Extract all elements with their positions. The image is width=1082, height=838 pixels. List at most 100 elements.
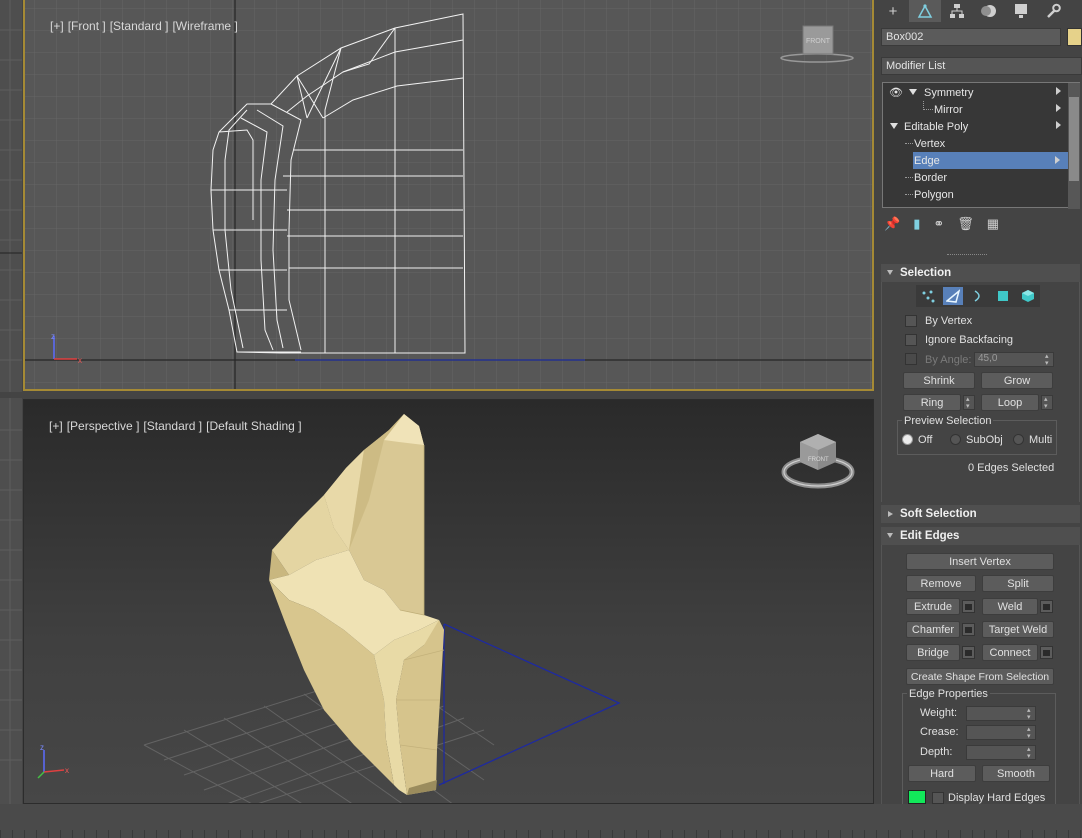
soft-selection-rollout-header[interactable]: Soft Selection	[881, 505, 1080, 523]
expand-triangle-icon[interactable]	[890, 123, 898, 129]
preview-off-radio[interactable]	[902, 434, 913, 445]
front-viewcube[interactable]: FRONT	[777, 22, 857, 69]
grow-button[interactable]: Grow	[981, 372, 1053, 389]
viewport-shading-label[interactable]: [Default Shading ]	[206, 419, 301, 433]
stack-item-mirror[interactable]: Mirror	[883, 101, 1069, 118]
stack-label-border: Border	[914, 171, 948, 184]
modifier-list-dropdown[interactable]: Modifier List	[881, 57, 1082, 75]
svg-text:x: x	[78, 356, 82, 364]
target-weld-button[interactable]: Target Weld	[982, 621, 1054, 638]
stack-subitem-polygon[interactable]: Polygon	[883, 186, 1069, 203]
hard-edge-color-swatch[interactable]	[908, 790, 926, 804]
shrink-button[interactable]: Shrink	[903, 372, 975, 389]
bridge-settings-button[interactable]	[962, 646, 975, 659]
create-shape-button[interactable]: Create Shape From Selection	[906, 668, 1054, 685]
modifier-stack-scrollbar[interactable]	[1068, 83, 1080, 209]
eye-icon[interactable]: 👁	[889, 86, 903, 99]
pin-stack-icon[interactable]: 📌	[884, 216, 900, 232]
stack-subitem-border[interactable]: Border	[883, 169, 1069, 186]
by-angle-checkbox[interactable]	[905, 353, 917, 365]
hierarchy-icon[interactable]	[941, 0, 973, 22]
extrude-button[interactable]: Extrude	[906, 598, 960, 615]
timeline-bar[interactable]	[0, 804, 1082, 838]
object-color-swatch[interactable]	[1067, 28, 1082, 46]
preview-subobj-radio[interactable]	[950, 434, 961, 445]
smooth-button[interactable]: Smooth	[982, 765, 1050, 782]
object-name-field[interactable]: Box002	[881, 28, 1061, 46]
modify-icon[interactable]	[909, 0, 941, 22]
stack-item-editable-poly[interactable]: Editable Poly	[883, 118, 1069, 135]
loop-spinner[interactable]	[1041, 395, 1053, 410]
hard-button[interactable]: Hard	[908, 765, 976, 782]
modifier-stack[interactable]: 👁 Symmetry Mirror Editable Poly Vertex E	[882, 82, 1080, 209]
weight-spinner[interactable]	[966, 706, 1036, 721]
viewport-menu-plus[interactable]: [+]	[49, 419, 63, 433]
stack-subitem-edge[interactable]: Edge	[913, 152, 1068, 169]
by-vertex-checkbox[interactable]	[905, 315, 917, 327]
soft-selection-title: Soft Selection	[900, 508, 977, 520]
panel-divider-grip[interactable]	[947, 254, 987, 255]
preview-multi-radio[interactable]	[1013, 434, 1024, 445]
viewport-shading-label[interactable]: [Wireframe ]	[172, 19, 237, 33]
selection-rollout-header[interactable]: Selection	[881, 264, 1080, 282]
preview-subobj-label: SubObj	[966, 434, 1003, 446]
tree-connector	[905, 177, 913, 178]
create-icon[interactable]: +	[877, 0, 909, 22]
remove-modifier-icon[interactable]: 🗑	[957, 216, 974, 232]
element-mode-icon[interactable]	[1018, 287, 1038, 305]
by-angle-label: By Angle:	[925, 354, 972, 366]
stack-subitem-vertex[interactable]: Vertex	[883, 135, 1069, 152]
ring-spinner[interactable]	[963, 395, 975, 410]
ignore-backfacing-checkbox[interactable]	[905, 334, 917, 346]
stack-label-editable-poly: Editable Poly	[904, 120, 969, 133]
depth-spinner[interactable]	[966, 745, 1036, 760]
remove-button[interactable]: Remove	[906, 575, 976, 592]
crease-spinner[interactable]	[966, 725, 1036, 740]
stack-label-mirror: Mirror	[934, 103, 963, 116]
weld-settings-button[interactable]	[1040, 600, 1053, 613]
configure-modifier-sets-icon[interactable]: ▦	[987, 216, 999, 232]
front-viewport-label[interactable]: [+] [Front ] [Standard ] [Wireframe ]	[30, 5, 242, 47]
app-window: [+] [Front ] [Standard ] [Wireframe ] z x F…	[0, 0, 1082, 838]
viewport-view-label[interactable]: [Front ]	[68, 19, 106, 33]
split-button[interactable]: Split	[982, 575, 1054, 592]
vertex-mode-icon[interactable]	[918, 287, 938, 305]
tree-connector	[905, 143, 913, 144]
border-mode-icon[interactable]	[968, 287, 988, 305]
edit-edges-rollout-header[interactable]: Edit Edges	[881, 527, 1080, 545]
weld-button[interactable]: Weld	[982, 598, 1038, 615]
polygon-mode-icon[interactable]	[993, 287, 1013, 305]
perspective-viewport[interactable]: [+] [Perspective ] [Standard ] [Default Sha…	[23, 399, 874, 804]
by-angle-spinner[interactable]: 45,0	[974, 352, 1054, 367]
viewport-render-label[interactable]: [Standard ]	[110, 19, 169, 33]
display-icon[interactable]	[1005, 0, 1037, 22]
make-unique-icon[interactable]: ⚭	[933, 216, 944, 232]
show-end-result-icon[interactable]: ▮	[913, 216, 920, 232]
connect-button[interactable]: Connect	[982, 644, 1038, 661]
perspective-viewport-label[interactable]: [+] [Perspective ] [Standard ] [Default Sha…	[29, 405, 306, 447]
display-hard-edges-checkbox[interactable]	[932, 792, 944, 804]
utilities-icon[interactable]	[1037, 0, 1069, 22]
insert-vertex-button[interactable]: Insert Vertex	[906, 553, 1054, 570]
bridge-button[interactable]: Bridge	[906, 644, 960, 661]
connect-settings-button[interactable]	[1040, 646, 1053, 659]
chamfer-settings-button[interactable]	[962, 623, 975, 636]
timeline-ruler[interactable]	[0, 830, 1082, 838]
viewport-menu-plus[interactable]: [+]	[50, 19, 64, 33]
viewport-render-label[interactable]: [Standard ]	[143, 419, 202, 433]
chamfer-button[interactable]: Chamfer	[906, 621, 960, 638]
edit-edges-rollout: Insert Vertex Remove Split Extrude Weld …	[881, 545, 1080, 804]
modifier-list-label: Modifier List	[886, 60, 946, 72]
selection-status-text: 0 Edges Selected	[968, 462, 1055, 474]
ring-button[interactable]: Ring	[903, 394, 961, 411]
perspective-viewcube[interactable]: FRONT	[780, 430, 856, 497]
stack-item-symmetry[interactable]: 👁 Symmetry	[883, 84, 1069, 101]
viewport-view-label[interactable]: [Perspective ]	[67, 419, 140, 433]
motion-icon[interactable]	[973, 0, 1005, 22]
loop-button[interactable]: Loop	[981, 394, 1039, 411]
edge-mode-icon[interactable]	[943, 287, 964, 305]
extrude-settings-button[interactable]	[962, 600, 975, 613]
scrollbar-thumb[interactable]	[1069, 97, 1079, 181]
expand-triangle-icon[interactable]	[909, 89, 917, 95]
front-viewport[interactable]: [+] [Front ] [Standard ] [Wireframe ] z x F…	[23, 0, 874, 391]
